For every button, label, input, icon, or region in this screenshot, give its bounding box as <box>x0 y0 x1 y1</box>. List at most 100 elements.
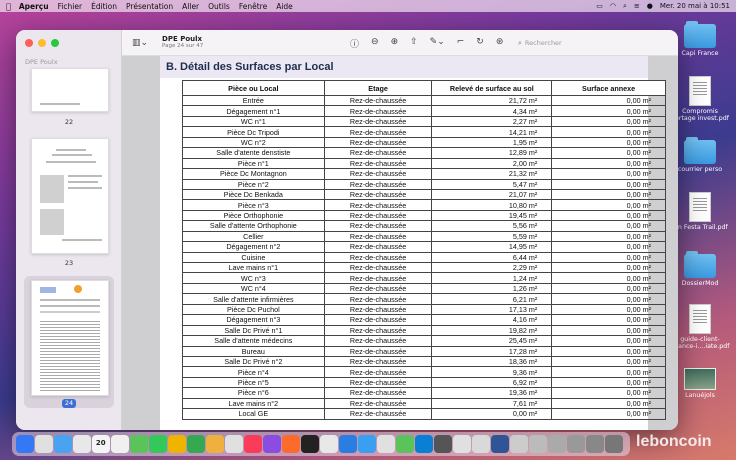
cell-releve: 1,26 m² <box>431 282 553 295</box>
table-row: Dégagement n°3 Rez-de-chaussée 4,16 m² 0,00… <box>182 314 666 326</box>
desktop-item-dossiermod[interactable]: DossierMod <box>670 251 730 287</box>
window-expand-icon[interactable]: ⌐ <box>457 37 465 50</box>
folder-icon <box>684 137 716 164</box>
search-icon[interactable]: ⌕ <box>623 2 627 11</box>
dock-app-icon[interactable] <box>54 435 72 453</box>
dock-app-icon[interactable] <box>377 435 395 453</box>
table-row: Entrée Rez-de-chaussée 21,72 m² 0,00 m² <box>182 94 666 107</box>
cell-annexe: 0,00 m² <box>551 376 666 389</box>
siri-icon[interactable]: ● <box>647 2 653 10</box>
clock[interactable]: Mer. 20 mai à 10:51 <box>660 2 730 10</box>
info-icon[interactable]: ⓘ <box>350 37 359 50</box>
cell-etage: Rez-de-chaussée <box>323 387 433 399</box>
zoom-button[interactable] <box>51 39 59 47</box>
dock-app-icon[interactable] <box>434 435 452 453</box>
battery-icon[interactable]: ▭ <box>596 2 603 10</box>
dock-app-icon[interactable] <box>586 435 604 453</box>
dock-app-icon[interactable] <box>491 435 509 453</box>
dock-app-icon[interactable] <box>35 435 53 453</box>
dock-app-icon[interactable] <box>73 435 91 453</box>
menu-aller[interactable]: Aller <box>182 2 199 11</box>
calendar-app-icon[interactable]: 20 <box>92 435 110 453</box>
thumbnail-page-23[interactable] <box>31 138 109 254</box>
cell-annexe: 0,00 m² <box>551 261 666 274</box>
desktop-item-courrier-perso[interactable]: courrier perso <box>670 137 730 173</box>
dock-app-icon[interactable] <box>282 435 300 453</box>
dock-app-icon[interactable] <box>605 435 623 453</box>
share-icon[interactable]: ⇧ <box>410 37 418 50</box>
cell-releve: 1,95 m² <box>431 136 553 149</box>
menu-outils[interactable]: Outils <box>208 2 230 11</box>
desktop-item-guide-client[interactable]: guide-client-avance-i....iate.pdf <box>670 304 730 350</box>
menu-app[interactable]: Aperçu <box>19 2 49 11</box>
dock-app-icon[interactable] <box>529 435 547 453</box>
dock-app-icon[interactable] <box>187 435 205 453</box>
cell-etage: Rez-de-chaussée <box>323 261 433 274</box>
dock-app-icon[interactable] <box>244 435 262 453</box>
markup-toolbar-icon[interactable]: ⊛ <box>496 37 504 50</box>
dock-app-icon[interactable] <box>320 435 338 453</box>
thumbnail-page-24[interactable] <box>31 280 109 396</box>
dock-app-icon[interactable] <box>206 435 224 453</box>
dock-app-icon[interactable] <box>358 435 376 453</box>
cell-piece: Dégagement n°3 <box>182 314 325 326</box>
cell-releve: 19,82 m² <box>431 324 553 337</box>
dock-app-icon[interactable] <box>396 435 414 453</box>
cell-etage: Rez-de-chaussée <box>323 178 433 190</box>
desktop-item-festa-trail[interactable]: Ian Festa Trail.pdf <box>670 192 730 231</box>
menu-edition[interactable]: Édition <box>91 2 117 11</box>
dock-app-icon[interactable] <box>225 435 243 453</box>
dock-app-icon[interactable] <box>548 435 566 453</box>
desktop-item-capi-france[interactable]: Capi France <box>670 21 730 57</box>
dock-app-icon[interactable] <box>339 435 357 453</box>
zoom-out-icon[interactable]: ⊖ <box>371 37 379 50</box>
cell-piece: Entrée <box>182 94 325 107</box>
dock-app-icon[interactable] <box>510 435 528 453</box>
cell-etage: Rez-de-chaussée <box>323 408 433 420</box>
cell-releve: 14,21 m² <box>431 126 553 138</box>
minimize-button[interactable] <box>38 39 46 47</box>
dock-app-icon[interactable] <box>111 435 129 453</box>
dock-app-icon[interactable] <box>415 435 433 453</box>
table-row: Dégagement n°2 Rez-de-chaussée 14,95 m² 0,0… <box>182 241 666 253</box>
rotate-icon[interactable]: ↻ <box>476 37 484 50</box>
markup-pen-icon[interactable]: ✎⌄ <box>430 37 445 50</box>
menu-fenetre[interactable]: Fenêtre <box>239 2 267 11</box>
cell-releve: 4,34 m² <box>431 105 553 117</box>
sidebar-toggle-icon[interactable]: ▥⌄ <box>132 38 148 48</box>
zoom-in-icon[interactable]: ⊕ <box>391 37 399 50</box>
desktop-item-compromis[interactable]: Compromis portage invest.pdf <box>670 76 730 122</box>
cell-etage: Rez-de-chaussée <box>323 157 433 170</box>
cell-releve: 14,95 m² <box>431 241 553 253</box>
col-header-piece: Pièce ou Local <box>182 80 325 96</box>
cell-piece: Pièce Dc Puchol <box>182 303 325 316</box>
preview-window: DPE Poulx 22 23 24 ▥⌄ DPE Poulx Page 24 … <box>16 30 678 430</box>
apple-menu-icon[interactable]:  <box>6 2 11 11</box>
wifi-icon[interactable]: ◠ <box>610 2 616 10</box>
cell-releve: 5,56 m² <box>431 220 553 232</box>
table-row: Dégagement n°1 Rez-de-chaussée 4,34 m² 0,00… <box>182 105 666 117</box>
thumbnail-page-22[interactable] <box>31 68 109 112</box>
desktop-item-lanuejols[interactable]: Lanuéjols <box>670 368 730 399</box>
dock-app-icon[interactable] <box>453 435 471 453</box>
table-row: Salle Dc Privé n°2 Rez-de-chaussée 18,36 m… <box>182 355 666 368</box>
dock-app-icon[interactable] <box>263 435 281 453</box>
cell-releve: 5,47 m² <box>431 178 553 190</box>
dock-app-icon[interactable] <box>472 435 490 453</box>
dock-app-icon[interactable] <box>16 435 34 453</box>
dock-app-icon[interactable] <box>301 435 319 453</box>
dock-app-icon[interactable] <box>149 435 167 453</box>
dock-app-icon[interactable] <box>567 435 585 453</box>
menu-presentation[interactable]: Présentation <box>126 2 173 11</box>
dock-app-icon[interactable] <box>168 435 186 453</box>
cell-piece: Pièce Orthophonie <box>182 209 325 222</box>
close-button[interactable] <box>25 39 33 47</box>
document-area[interactable]: B. Détail des Surfaces par Local Pièce o… <box>122 56 678 430</box>
cell-releve: 21,72 m² <box>431 94 553 107</box>
menu-aide[interactable]: Aide <box>276 2 293 11</box>
cell-etage: Rez-de-chaussée <box>323 199 433 211</box>
control-center-icon[interactable]: ≡ <box>634 2 640 10</box>
dock-app-icon[interactable] <box>130 435 148 453</box>
search-field[interactable]: ⌕ Rechercher <box>518 37 602 49</box>
menu-fichier[interactable]: Fichier <box>58 2 83 11</box>
